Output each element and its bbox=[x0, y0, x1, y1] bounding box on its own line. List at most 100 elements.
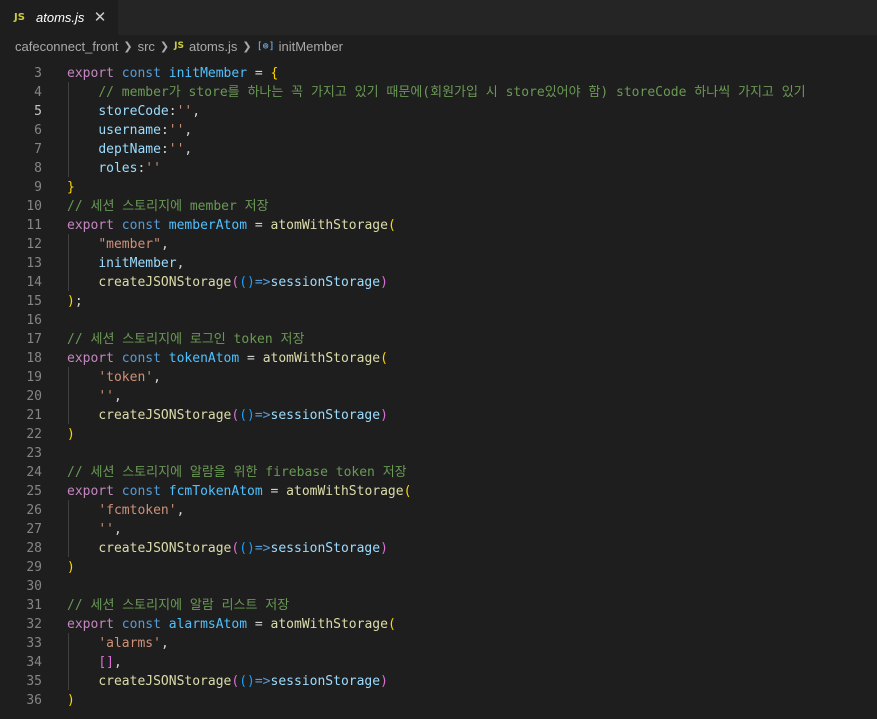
code-line[interactable]: 18 export const tokenAtom = atomWithStora… bbox=[0, 349, 877, 368]
code-line[interactable]: 11 export const memberAtom = atomWithStor… bbox=[0, 216, 877, 235]
breadcrumb-folder[interactable]: src bbox=[138, 39, 155, 54]
code-token: = bbox=[247, 66, 271, 81]
code-line[interactable]: 9} bbox=[0, 178, 877, 197]
code-text: export const memberAtom = atomWithStorag… bbox=[67, 216, 396, 235]
code-token: => bbox=[254, 275, 271, 290]
code-token: = bbox=[247, 617, 271, 632]
code-token: createJSONStorage bbox=[98, 408, 232, 423]
code-token: sessionStorage bbox=[270, 408, 381, 423]
code-text: ) bbox=[67, 691, 75, 710]
code-token: roles bbox=[98, 161, 138, 176]
code-line[interactable]: 16 bbox=[0, 311, 877, 330]
code-token: = bbox=[239, 351, 263, 366]
code-line[interactable]: 15); bbox=[0, 292, 877, 311]
code-token: , bbox=[192, 104, 201, 119]
code-line[interactable]: 8 roles:'' bbox=[0, 159, 877, 178]
code-line[interactable]: 21 createJSONStorage(()=>sessionStorage) bbox=[0, 406, 877, 425]
line-number: 12 bbox=[26, 237, 42, 252]
code-editor[interactable]: 3 export const initMember = {4 // member가… bbox=[0, 62, 877, 719]
code-token: createJSONStorage bbox=[98, 541, 232, 556]
line-number: 34 bbox=[26, 655, 42, 670]
code-token: => bbox=[254, 674, 271, 689]
code-token: : bbox=[160, 142, 169, 157]
code-token: export bbox=[67, 66, 114, 81]
code-token: = bbox=[247, 218, 271, 233]
code-line[interactable]: 14 createJSONStorage(()=>sessionStorage) bbox=[0, 273, 877, 292]
code-token: ( bbox=[387, 218, 396, 233]
code-token: memberAtom bbox=[168, 218, 248, 233]
code-token: atomWithStorage bbox=[262, 351, 381, 366]
code-line[interactable]: 6 username:'', bbox=[0, 121, 877, 140]
code-text: username:'', bbox=[67, 121, 192, 140]
code-text: ); bbox=[67, 292, 83, 311]
code-line[interactable]: 28 createJSONStorage(()=>sessionStorage) bbox=[0, 539, 877, 558]
code-line[interactable]: 7 deptName:'', bbox=[0, 140, 877, 159]
code-token: , bbox=[176, 256, 185, 271]
close-icon[interactable]: ✕ bbox=[92, 8, 108, 26]
code-text: // 세션 스토리지에 member 저장 bbox=[67, 197, 269, 216]
code-line[interactable]: 12 "member", bbox=[0, 235, 877, 254]
code-line[interactable]: 32 export const alarmsAtom = atomWithStor… bbox=[0, 615, 877, 634]
code-line[interactable]: 10 // 세션 스토리지에 member 저장 bbox=[0, 197, 877, 216]
code-token: // 세션 스토리지에 알람을 위한 firebase token 저장 bbox=[67, 465, 407, 480]
code-line[interactable]: 36) bbox=[0, 691, 877, 710]
line-number: 32 bbox=[26, 617, 42, 632]
code-token: : bbox=[160, 123, 169, 138]
breadcrumb-file[interactable]: atoms.js bbox=[189, 39, 237, 54]
code-text: deptName:'', bbox=[67, 140, 192, 159]
code-line[interactable]: 31 // 세션 스토리지에 알람 리스트 저장 bbox=[0, 596, 877, 615]
code-token: sessionStorage bbox=[270, 275, 381, 290]
code-line[interactable]: 5 storeCode:'', bbox=[0, 102, 877, 121]
code-line[interactable]: 27 '', bbox=[0, 520, 877, 539]
code-token: , bbox=[184, 123, 193, 138]
code-line[interactable]: 35 createJSONStorage(()=>sessionStorage) bbox=[0, 672, 877, 691]
code-line[interactable]: 23 bbox=[0, 444, 877, 463]
line-number: 3 bbox=[34, 66, 42, 81]
code-line[interactable]: 3 export const initMember = { bbox=[0, 64, 877, 83]
code-token: ) bbox=[380, 674, 388, 689]
code-text: createJSONStorage(()=>sessionStorage) bbox=[67, 539, 388, 558]
code-line[interactable]: 29) bbox=[0, 558, 877, 577]
line-number: 29 bbox=[26, 560, 42, 575]
code-line[interactable]: 17 // 세션 스토리지에 로그인 token 저장 bbox=[0, 330, 877, 349]
code-line[interactable]: 19 'token', bbox=[0, 368, 877, 387]
line-number: 21 bbox=[26, 408, 42, 423]
code-line[interactable]: 30 bbox=[0, 577, 877, 596]
code-token: export bbox=[67, 218, 114, 233]
code-token: initMember bbox=[98, 256, 177, 271]
code-line[interactable]: 26 'fcmtoken', bbox=[0, 501, 877, 520]
code-line[interactable]: 20 '', bbox=[0, 387, 877, 406]
line-number: 11 bbox=[26, 218, 42, 233]
javascript-file-icon: JS bbox=[14, 12, 25, 23]
line-number: 17 bbox=[26, 332, 42, 347]
line-number: 6 bbox=[34, 123, 42, 138]
line-number: 5 bbox=[34, 104, 42, 119]
javascript-file-icon: JS bbox=[174, 41, 184, 51]
line-number: 28 bbox=[26, 541, 42, 556]
code-token: ) bbox=[67, 427, 75, 442]
code-token: , bbox=[113, 522, 122, 537]
breadcrumb-symbol[interactable]: initMember bbox=[279, 39, 343, 54]
code-line[interactable]: 34 [], bbox=[0, 653, 877, 672]
code-line[interactable]: 22) bbox=[0, 425, 877, 444]
code-token: ( bbox=[387, 617, 396, 632]
breadcrumb-project[interactable]: cafeconnect_front bbox=[15, 39, 118, 54]
tab-atoms-js[interactable]: JS atoms.js ✕ bbox=[0, 0, 118, 35]
code-token: , bbox=[113, 655, 122, 670]
code-line[interactable]: 13 initMember, bbox=[0, 254, 877, 273]
code-line[interactable]: 33 'alarms', bbox=[0, 634, 877, 653]
code-line[interactable]: 4 // member가 store를 하나는 꼭 가지고 있기 때문에(회원가… bbox=[0, 83, 877, 102]
code-line[interactable]: 25 export const fcmTokenAtom = atomWithSt… bbox=[0, 482, 877, 501]
code-text: } bbox=[67, 178, 75, 197]
code-line[interactable]: 24 // 세션 스토리지에 알람을 위한 firebase token 저장 bbox=[0, 463, 877, 482]
code-token: const bbox=[121, 484, 161, 499]
line-number: 18 bbox=[26, 351, 42, 366]
